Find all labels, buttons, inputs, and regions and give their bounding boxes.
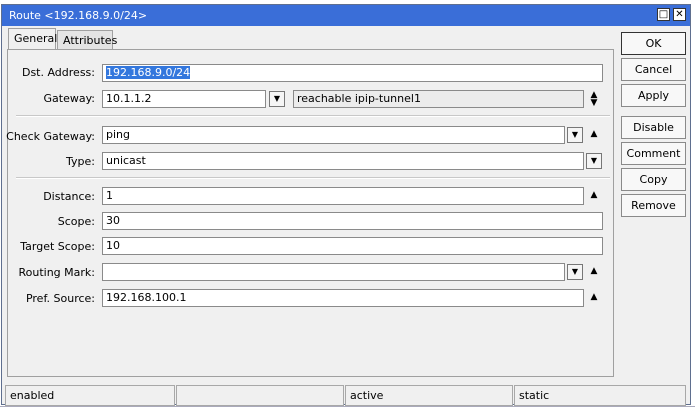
up-arrow-icon[interactable]: ▲ <box>588 292 600 302</box>
up-arrow-icon[interactable]: ▲ <box>588 266 600 276</box>
check-gateway-input[interactable]: ping <box>102 126 565 144</box>
dropdown-arrow-icon: ▼ <box>590 156 598 165</box>
type-dropdown-button[interactable]: ▼ <box>586 153 602 169</box>
comment-button[interactable]: Comment <box>621 142 686 165</box>
cancel-button[interactable]: Cancel <box>621 58 686 81</box>
general-panel: Dst. Address: 192.168.9.0/24 Gateway: 10… <box>6 49 614 377</box>
gateway-label: Gateway: <box>43 92 96 105</box>
separator <box>16 177 610 179</box>
check-gateway-label: Check Gateway: <box>6 130 95 143</box>
close-button[interactable]: ✕ <box>673 8 686 21</box>
target-scope-input[interactable]: 10 <box>102 237 603 255</box>
tab-attributes[interactable]: Attributes <box>57 30 117 49</box>
copy-button[interactable]: Copy <box>621 168 686 191</box>
pref-source-input[interactable]: 192.168.100.1 <box>102 289 584 307</box>
gateway-status-field: reachable ipip-tunnel1 <box>293 90 584 108</box>
status-static: static <box>514 385 686 406</box>
maximize-icon: □ <box>658 9 669 20</box>
ok-button[interactable]: OK <box>621 32 686 55</box>
scope-input[interactable]: 30 <box>102 212 603 230</box>
gateway-input[interactable]: 10.1.1.2 <box>102 90 266 108</box>
routing-mark-input[interactable] <box>102 263 565 281</box>
pref-source-label: Pref. Source: <box>25 292 95 305</box>
dst-address-input[interactable]: 192.168.9.0/24 <box>102 64 603 82</box>
status-enabled: enabled <box>5 385 175 406</box>
dst-address-value: 192.168.9.0/24 <box>106 66 191 79</box>
background-separator <box>0 406 695 407</box>
up-arrow-icon[interactable]: ▲ <box>588 190 600 200</box>
up-arrow-icon[interactable]: ▲ <box>588 129 600 139</box>
close-icon: ✕ <box>675 9 684 20</box>
tab-general[interactable]: General <box>8 28 57 49</box>
gateway-dropdown-button[interactable]: ▼ <box>269 91 285 107</box>
title-bar[interactable]: Route <192.168.9.0/24> □ ✕ <box>2 5 690 26</box>
routing-mark-dropdown-button[interactable]: ▼ <box>567 264 583 280</box>
apply-button[interactable]: Apply <box>621 84 686 107</box>
window-title: Route <192.168.9.0/24> <box>9 9 148 22</box>
route-dialog: Route <192.168.9.0/24> □ ✕ General Attri… <box>1 4 691 406</box>
type-input[interactable]: unicast <box>102 152 584 170</box>
maximize-button[interactable]: □ <box>657 8 670 21</box>
target-scope-label: Target Scope: <box>20 240 95 253</box>
down-arrow-icon[interactable]: ▼ <box>588 98 600 108</box>
check-gateway-dropdown-button[interactable]: ▼ <box>567 127 583 143</box>
separator <box>16 115 610 117</box>
type-label: Type: <box>66 155 95 168</box>
status-active: active <box>345 385 513 406</box>
status-empty <box>176 385 344 406</box>
remove-button[interactable]: Remove <box>621 194 686 217</box>
dropdown-arrow-icon: ▼ <box>571 130 579 139</box>
scope-label: Scope: <box>57 215 95 228</box>
dst-address-label: Dst. Address: <box>21 66 95 79</box>
distance-label: Distance: <box>43 190 95 203</box>
dropdown-arrow-icon: ▼ <box>273 94 281 103</box>
dropdown-arrow-icon: ▼ <box>571 267 579 276</box>
disable-button[interactable]: Disable <box>621 116 686 139</box>
distance-input[interactable]: 1 <box>102 187 584 205</box>
routing-mark-label: Routing Mark: <box>18 266 95 279</box>
